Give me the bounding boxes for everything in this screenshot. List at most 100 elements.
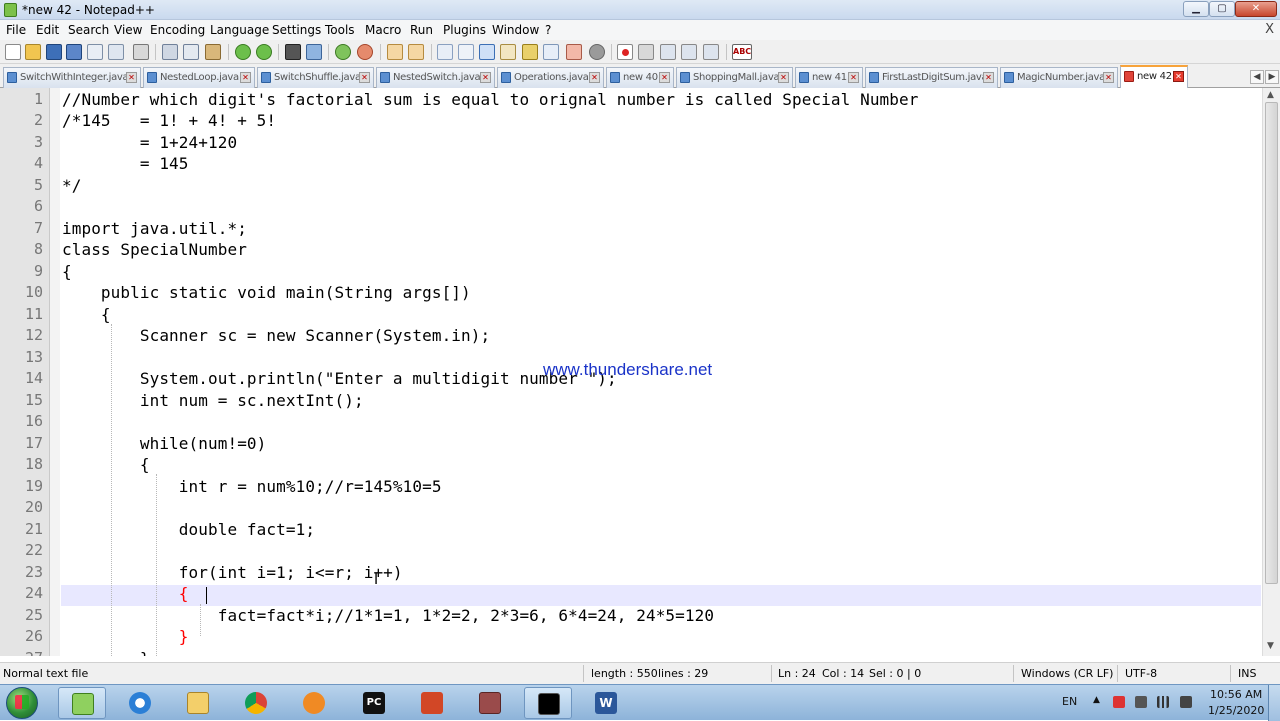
taskbar-powerpoint[interactable] [408, 687, 456, 719]
close-tab-icon[interactable]: ✕ [983, 72, 994, 83]
tab-new-42[interactable]: new 42 ✕ [1120, 65, 1188, 88]
close-tab-icon[interactable]: ✕ [126, 72, 137, 83]
folder-as-workspace-icon[interactable] [566, 44, 582, 60]
new-file-icon[interactable] [5, 44, 21, 60]
tab-switchwithinteger[interactable]: SwitchWithInteger.java ✕ [3, 67, 141, 88]
menu-edit[interactable]: Edit [36, 23, 59, 37]
scrollbar-thumb[interactable] [1265, 102, 1278, 584]
run-macro-multiple-icon[interactable] [681, 44, 697, 60]
cut-icon[interactable] [162, 44, 178, 60]
save-icon[interactable] [46, 44, 62, 60]
open-file-icon[interactable] [25, 44, 41, 60]
show-desktop-button[interactable] [1268, 685, 1280, 721]
taskbar-command-prompt[interactable] [524, 687, 572, 719]
redo-icon[interactable] [256, 44, 272, 60]
menu-encoding[interactable]: Encoding [150, 23, 205, 37]
tab-shoppingmall[interactable]: ShoppingMall.java ✕ [676, 67, 793, 88]
word-wrap-icon[interactable] [437, 44, 453, 60]
close-window-button[interactable]: ✕ [1235, 1, 1277, 17]
tab-nestedswitch[interactable]: NestedSwitch.java ✕ [376, 67, 495, 88]
save-macro-icon[interactable] [703, 44, 719, 60]
replace-icon[interactable] [306, 44, 322, 60]
document-map-icon[interactable] [522, 44, 538, 60]
close-tab-icon[interactable]: ✕ [848, 72, 859, 83]
taskbar-pycharm[interactable]: PC [350, 687, 398, 719]
tray-expand-icon[interactable]: ▲ [1093, 695, 1100, 705]
clock-time[interactable]: 10:56 AM [1210, 688, 1262, 701]
print-icon[interactable] [133, 44, 149, 60]
indent-guide-icon[interactable] [479, 44, 495, 60]
paste-icon[interactable] [205, 44, 221, 60]
tab-magicnumber[interactable]: MagicNumber.java ✕ [1000, 67, 1118, 88]
tab-nestedloop[interactable]: NestedLoop.java ✕ [143, 67, 255, 88]
usb-device-icon[interactable] [1135, 696, 1147, 708]
zoom-in-icon[interactable] [335, 44, 351, 60]
menu-run[interactable]: Run [410, 23, 433, 37]
network-warning-icon[interactable] [1113, 696, 1125, 708]
menu-view[interactable]: View [114, 23, 142, 37]
record-macro-icon[interactable] [617, 44, 633, 60]
menu-plugins[interactable]: Plugins [443, 23, 486, 37]
menu-file[interactable]: File [6, 23, 26, 37]
scroll-down-icon[interactable]: ▼ [1267, 641, 1274, 651]
taskbar-archive-tool[interactable] [466, 687, 514, 719]
taskbar-file-explorer[interactable] [174, 687, 222, 719]
sync-vertical-icon[interactable] [387, 44, 403, 60]
zoom-out-icon[interactable] [357, 44, 373, 60]
copy-icon[interactable] [183, 44, 199, 60]
close-tab-icon[interactable]: ✕ [359, 72, 370, 83]
close-tab-icon[interactable]: ✕ [589, 72, 600, 83]
line-number: 26 [24, 627, 43, 645]
taskbar-word[interactable]: W [582, 687, 630, 719]
show-all-characters-icon[interactable] [458, 44, 474, 60]
close-tab-icon[interactable]: ✕ [1173, 71, 1184, 82]
scroll-up-icon[interactable]: ▲ [1267, 90, 1274, 100]
menu-window[interactable]: Window [492, 23, 539, 37]
monitoring-icon[interactable] [589, 44, 605, 60]
taskbar-internet-explorer[interactable] [116, 687, 164, 719]
vertical-scrollbar[interactable]: ▲ ▼ [1262, 88, 1280, 656]
close-document-button[interactable]: X [1265, 22, 1274, 37]
tab-new-40[interactable]: new 40 ✕ [606, 67, 674, 88]
taskbar-chrome[interactable] [232, 687, 280, 719]
sync-horizontal-icon[interactable] [408, 44, 424, 60]
maximize-button[interactable]: ▢ [1209, 1, 1235, 17]
menu-tools[interactable]: Tools [325, 23, 355, 37]
menu-help[interactable]: ? [545, 23, 551, 37]
function-list-icon[interactable] [543, 44, 559, 60]
code-editor[interactable]: 1 2 3 4 5 6 7 8 9 10 11 12 13 14 15 16 1… [0, 88, 1280, 656]
tab-operations[interactable]: Operations.java ✕ [497, 67, 604, 88]
minimize-button[interactable]: ▁ [1183, 1, 1209, 17]
stop-recording-icon[interactable] [638, 44, 654, 60]
save-all-icon[interactable] [66, 44, 82, 60]
menu-language[interactable]: Language [210, 23, 269, 37]
close-file-icon[interactable] [87, 44, 103, 60]
menu-search[interactable]: Search [68, 23, 109, 37]
undo-icon[interactable] [235, 44, 251, 60]
tab-scroll-left-icon[interactable]: ◀ [1250, 70, 1264, 84]
close-tab-icon[interactable]: ✕ [659, 72, 670, 83]
tab-firstlastdigitsum[interactable]: FirstLastDigitSum.java ✕ [865, 67, 998, 88]
close-all-icon[interactable] [108, 44, 124, 60]
find-icon[interactable] [285, 44, 301, 60]
menu-macro[interactable]: Macro [365, 23, 401, 37]
tab-scroll-right-icon[interactable]: ▶ [1265, 70, 1279, 84]
clock-date[interactable]: 1/25/2020 [1208, 704, 1264, 717]
taskbar-media-player[interactable] [290, 687, 338, 719]
close-tab-icon[interactable]: ✕ [1103, 72, 1114, 83]
taskbar-notepad-plus-plus[interactable] [58, 687, 106, 719]
user-defined-language-icon[interactable] [500, 44, 516, 60]
menu-settings[interactable]: Settings [272, 23, 321, 37]
close-tab-icon[interactable]: ✕ [480, 72, 491, 83]
signal-icon[interactable] [1157, 696, 1169, 708]
spell-check-icon[interactable]: ABC [732, 44, 752, 60]
language-indicator[interactable]: EN [1062, 695, 1077, 708]
tab-switchshuffle[interactable]: SwitchShuffle.java ✕ [257, 67, 374, 88]
start-button[interactable] [6, 687, 38, 719]
fold-margin[interactable] [50, 88, 60, 656]
play-macro-icon[interactable] [660, 44, 676, 60]
tab-new-41[interactable]: new 41 ✕ [795, 67, 863, 88]
volume-icon[interactable] [1180, 696, 1192, 708]
close-tab-icon[interactable]: ✕ [240, 72, 251, 83]
close-tab-icon[interactable]: ✕ [778, 72, 789, 83]
